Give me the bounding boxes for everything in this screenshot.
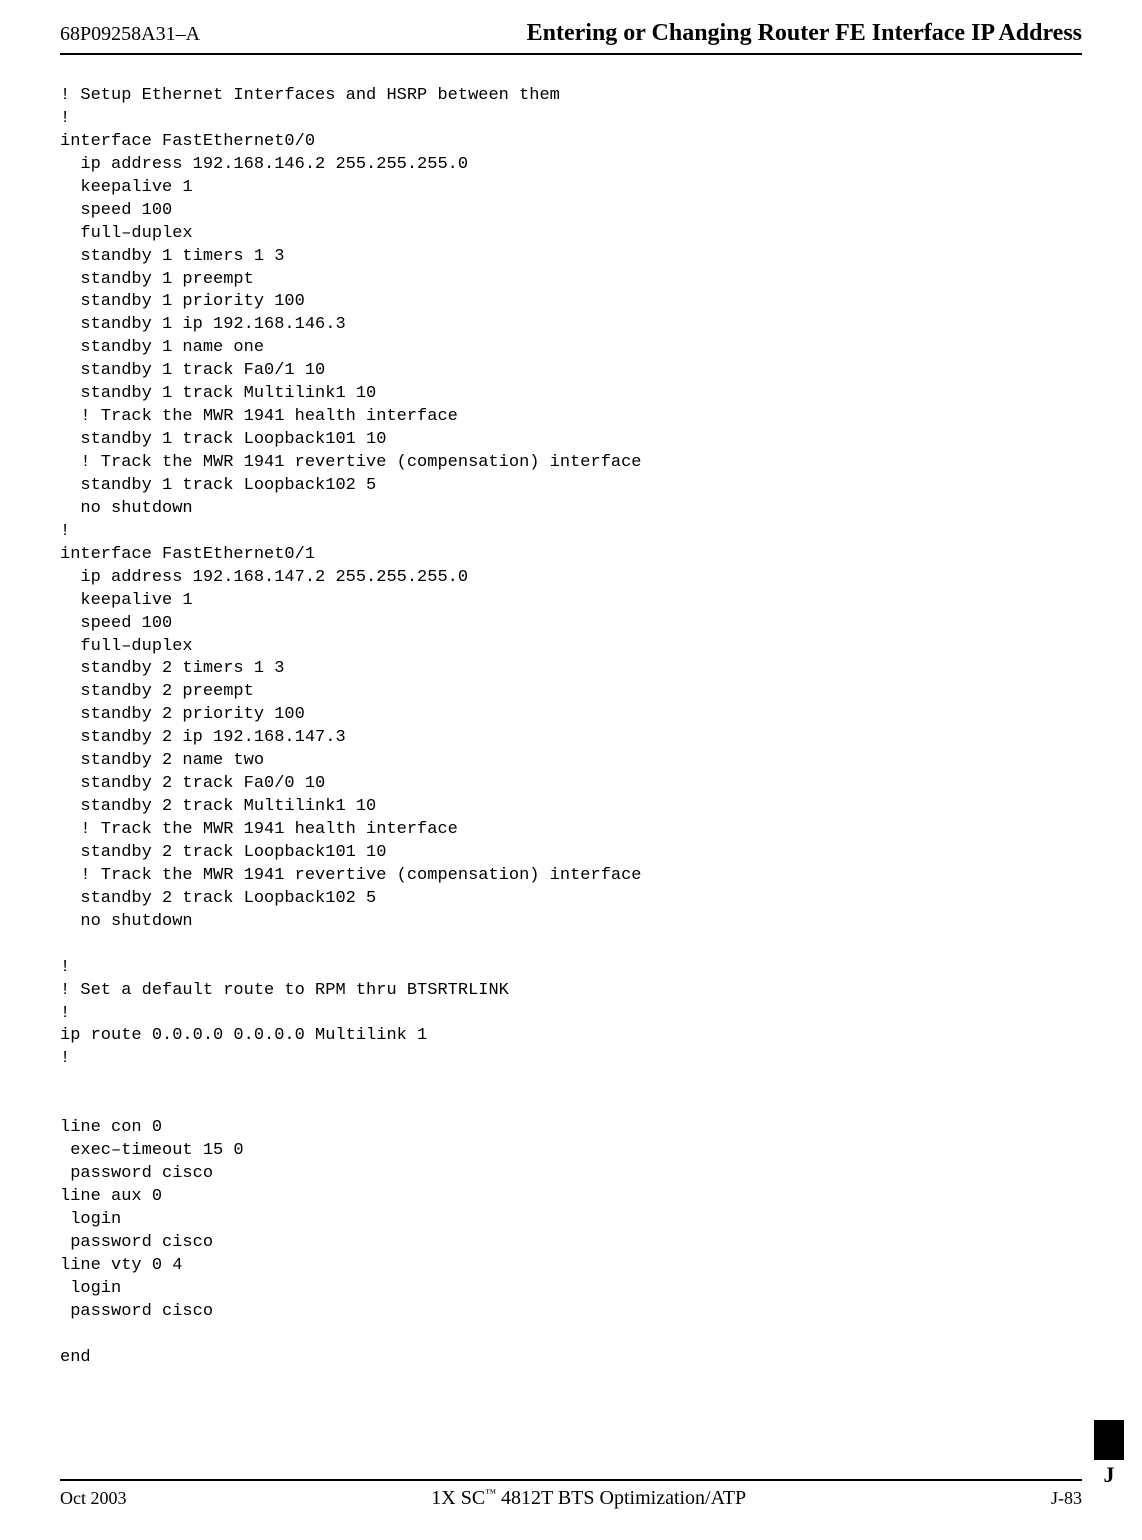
code-line <box>60 1324 1082 1347</box>
code-line: password cisco <box>60 1163 1082 1186</box>
code-line: standby 1 timers 1 3 <box>60 246 1082 269</box>
code-line: ! <box>60 521 1082 544</box>
code-line: ip route 0.0.0.0 0.0.0.0 Multilink 1 <box>60 1025 1082 1048</box>
tm-symbol: ™ <box>485 1487 496 1499</box>
code-line: password cisco <box>60 1232 1082 1255</box>
side-tab-label: J <box>1094 1460 1124 1490</box>
code-line: standby 2 track Loopback101 10 <box>60 842 1082 865</box>
code-line: standby 2 track Loopback102 5 <box>60 888 1082 911</box>
code-line: ! <box>60 957 1082 980</box>
code-line: ! Track the MWR 1941 health interface <box>60 819 1082 842</box>
code-line: standby 1 track Loopback102 5 <box>60 475 1082 498</box>
code-line: standby 1 priority 100 <box>60 291 1082 314</box>
code-line: ! <box>60 1003 1082 1026</box>
code-line: full–duplex <box>60 636 1082 659</box>
code-line: ! Track the MWR 1941 revertive (compensa… <box>60 865 1082 888</box>
code-line: standby 2 track Multilink1 10 <box>60 796 1082 819</box>
code-line: login <box>60 1278 1082 1301</box>
footer-page-num: J-83 <box>1051 1488 1082 1509</box>
code-line: ! <box>60 108 1082 131</box>
code-line: speed 100 <box>60 200 1082 223</box>
code-line: standby 2 preempt <box>60 681 1082 704</box>
code-line: no shutdown <box>60 911 1082 934</box>
code-line: line con 0 <box>60 1117 1082 1140</box>
code-line: no shutdown <box>60 498 1082 521</box>
page: 68P09258A31–A Entering or Changing Route… <box>0 0 1142 1540</box>
page-title: Entering or Changing Router FE Interface… <box>527 20 1082 47</box>
code-line: login <box>60 1209 1082 1232</box>
code-line: ! Track the MWR 1941 health interface <box>60 406 1082 429</box>
code-line: keepalive 1 <box>60 177 1082 200</box>
code-line: keepalive 1 <box>60 590 1082 613</box>
doc-id: 68P09258A31–A <box>60 23 200 46</box>
code-line: standby 1 preempt <box>60 269 1082 292</box>
code-line: standby 1 ip 192.168.146.3 <box>60 314 1082 337</box>
footer-date: Oct 2003 <box>60 1488 127 1509</box>
code-line: ! Setup Ethernet Interfaces and HSRP bet… <box>60 85 1082 108</box>
code-line: line vty 0 4 <box>60 1255 1082 1278</box>
code-line <box>60 1094 1082 1117</box>
code-line: standby 2 track Fa0/0 10 <box>60 773 1082 796</box>
page-footer: Oct 2003 1X SC™ 4812T BTS Optimization/A… <box>60 1479 1082 1510</box>
code-line: standby 1 track Loopback101 10 <box>60 429 1082 452</box>
code-line: standby 2 ip 192.168.147.3 <box>60 727 1082 750</box>
code-line: password cisco <box>60 1301 1082 1324</box>
config-code-block: ! Setup Ethernet Interfaces and HSRP bet… <box>60 85 1082 1370</box>
code-line: ip address 192.168.147.2 255.255.255.0 <box>60 567 1082 590</box>
code-line: line aux 0 <box>60 1186 1082 1209</box>
code-line: standby 2 name two <box>60 750 1082 773</box>
code-line <box>60 1071 1082 1094</box>
code-line: ip address 192.168.146.2 255.255.255.0 <box>60 154 1082 177</box>
page-header: 68P09258A31–A Entering or Changing Route… <box>60 20 1082 55</box>
footer-center: 1X SC™ 4812T BTS Optimization/ATP <box>431 1487 746 1510</box>
code-line: standby 1 track Fa0/1 10 <box>60 360 1082 383</box>
footer-bar: Oct 2003 1X SC™ 4812T BTS Optimization/A… <box>60 1479 1082 1510</box>
code-line: ! Track the MWR 1941 revertive (compensa… <box>60 452 1082 475</box>
code-line: full–duplex <box>60 223 1082 246</box>
code-line: standby 2 priority 100 <box>60 704 1082 727</box>
code-line: ! <box>60 1048 1082 1071</box>
code-line: exec–timeout 15 0 <box>60 1140 1082 1163</box>
code-line: speed 100 <box>60 613 1082 636</box>
code-line: ! Set a default route to RPM thru BTSRTR… <box>60 980 1082 1003</box>
code-line: end <box>60 1347 1082 1370</box>
code-line: standby 1 track Multilink1 10 <box>60 383 1082 406</box>
code-line <box>60 934 1082 957</box>
code-line: standby 1 name one <box>60 337 1082 360</box>
code-line: interface FastEthernet0/0 <box>60 131 1082 154</box>
code-line: interface FastEthernet0/1 <box>60 544 1082 567</box>
code-line: standby 2 timers 1 3 <box>60 658 1082 681</box>
